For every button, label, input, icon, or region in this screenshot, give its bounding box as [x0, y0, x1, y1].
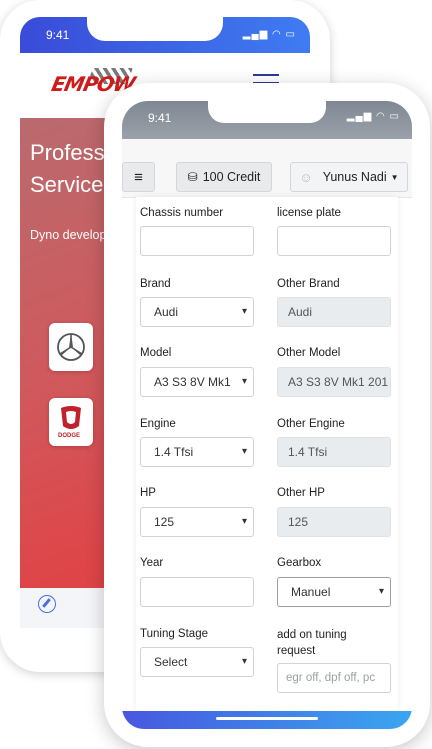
credit-label: 100 Credit	[202, 170, 261, 184]
gearbox-value: Manuel	[291, 585, 331, 599]
model-value: A3 S3 8V Mk1	[154, 375, 231, 389]
tuning-stage-select[interactable]: Select ▾	[140, 647, 254, 677]
other-engine-label: Other Engine	[277, 418, 345, 430]
chevron-down-icon: ▾	[241, 306, 247, 317]
user-name: Yunus Nadi	[322, 170, 387, 184]
status-time: 9:41	[148, 111, 172, 125]
hp-value: 125	[154, 515, 175, 529]
coins-icon: ⛁	[187, 170, 198, 184]
user-dropdown[interactable]: ☺ Yunus Nadi ▼	[290, 162, 408, 192]
addon-label-line2: request	[277, 645, 316, 657]
engine-select[interactable]: 1.4 Tfsi ▾	[140, 437, 254, 467]
chevron-down-icon: ▾	[241, 446, 247, 457]
hero-title: Profess Service	[30, 137, 105, 201]
model-select[interactable]: A3 S3 8V Mk1 ▾	[140, 367, 254, 397]
menu-button[interactable]: ≡	[122, 162, 155, 192]
hp-select[interactable]: 125 ▾	[140, 507, 254, 537]
credit-button[interactable]: ⛁ 100 Credit	[176, 162, 272, 192]
bottom-bar	[122, 711, 412, 729]
other-brand-input: Audi	[277, 297, 391, 327]
hp-label: HP	[140, 487, 156, 499]
other-model-input: A3 S3 8V Mk1 201	[277, 367, 391, 397]
model-label: Model	[140, 347, 172, 359]
gearbox-label: Gearbox	[277, 557, 322, 569]
home-indicator[interactable]	[216, 717, 318, 720]
brand-select[interactable]: Audi ▾	[140, 297, 254, 327]
back-signal-icons: ▂▄▆ ◠ ▭	[242, 29, 296, 40]
other-brand-label: Other Brand	[277, 278, 340, 290]
back-notch	[87, 17, 223, 41]
chevron-down-icon: ▾	[241, 656, 247, 667]
year-label: Year	[140, 557, 164, 569]
back-status-time: 9:41	[46, 28, 70, 42]
menu-icon: ≡	[134, 168, 143, 186]
brand-value: Audi	[154, 305, 179, 319]
addon-label-line1: add on tuning	[277, 629, 347, 641]
chevron-down-icon: ▾	[241, 376, 247, 387]
engine-value: 1.4 Tfsi	[154, 445, 194, 459]
engine-label: Engine	[140, 418, 176, 430]
plate-label: license plate	[277, 207, 341, 219]
chevron-down-icon: ▾	[378, 586, 384, 597]
other-hp-label: Other HP	[277, 487, 325, 499]
mercedes-logo-icon[interactable]	[49, 323, 93, 371]
hero-title-line2: Service	[30, 172, 104, 197]
chassis-label: Chassis number	[140, 207, 224, 219]
user-icon: ☺	[299, 169, 313, 185]
other-hp-input: 125	[277, 507, 391, 537]
gearbox-select[interactable]: Manuel ▾	[277, 577, 391, 607]
year-input[interactable]	[140, 577, 254, 607]
signal-wifi-battery-icons: ▂▄▆ ◠ ▭	[346, 111, 400, 122]
notch	[208, 101, 326, 123]
chassis-input[interactable]	[140, 226, 254, 256]
hero-title-line1: Profess	[30, 140, 105, 165]
caret-down-icon: ▼	[390, 172, 399, 182]
other-engine-input: 1.4 Tfsi	[277, 437, 391, 467]
foreground-phone: 9:41 ▂▄▆ ◠ ▭ ≡ ⛁ 100 Credit ☺ Yunus Nadi…	[104, 83, 430, 747]
addon-input[interactable]: egr off, dpf off, pc	[277, 663, 391, 693]
phone-screen: 9:41 ▂▄▆ ◠ ▭ ≡ ⛁ 100 Credit ☺ Yunus Nadi…	[122, 101, 412, 729]
dodge-label: DODGE	[58, 433, 81, 439]
dodge-logo-icon[interactable]: DODGE	[49, 398, 93, 446]
brand-label: Brand	[140, 278, 171, 290]
addon-label: add on tuning request	[277, 627, 347, 659]
other-model-label: Other Model	[277, 347, 341, 359]
plate-input[interactable]	[277, 226, 391, 256]
compass-icon[interactable]	[38, 595, 56, 613]
chevron-down-icon: ▾	[241, 516, 247, 527]
tuning-stage-value: Select	[154, 655, 188, 669]
tuning-stage-label: Tuning Stage	[140, 628, 208, 640]
hero-subtitle: Dyno develop	[30, 228, 107, 242]
